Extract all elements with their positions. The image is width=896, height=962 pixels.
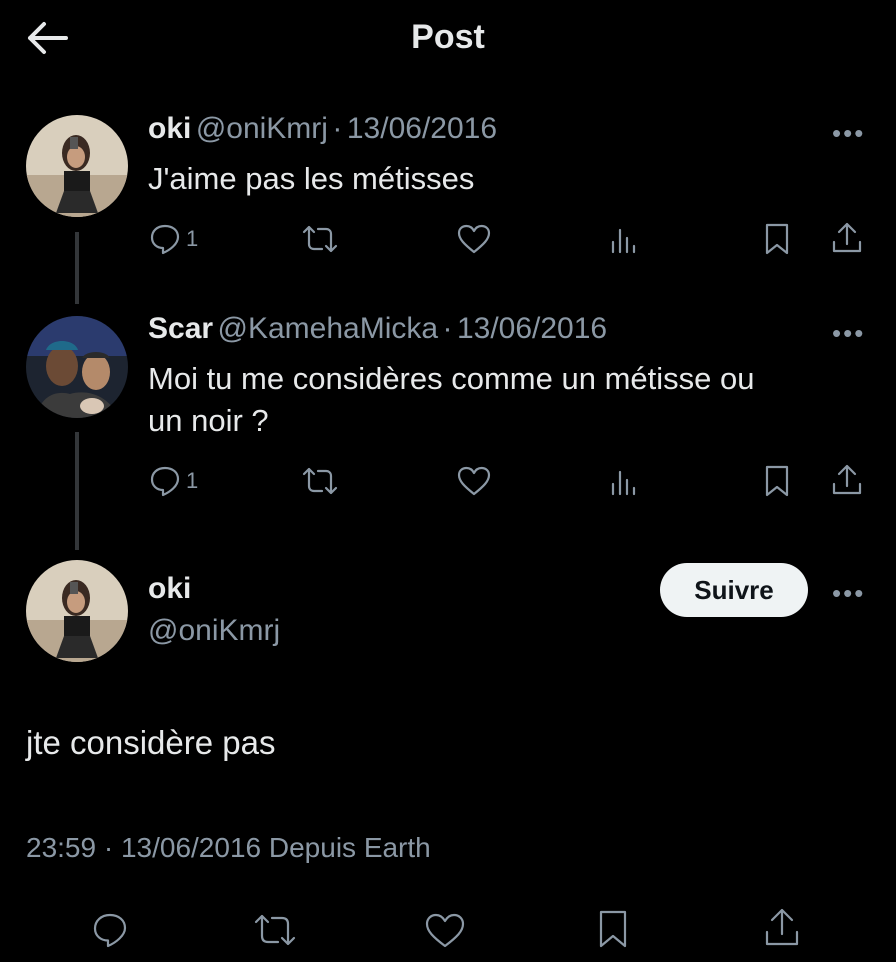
tweet-text-line: Moi tu me considères comme un métisse ou (148, 361, 755, 396)
avatar[interactable] (26, 560, 128, 662)
separator: · (442, 312, 453, 345)
tweet-author-handle[interactable]: @KamehaMicka (218, 312, 439, 345)
share-icon (832, 464, 862, 495)
views-icon (611, 470, 636, 496)
tweet-header: Scar @KamehaMicka · 13/06/2016 (148, 312, 607, 346)
separator: · (332, 112, 343, 145)
more-options-button[interactable]: ••• (832, 578, 865, 609)
main-author-handle[interactable]: @oniKmrj (148, 614, 280, 648)
reply-button[interactable]: 1 (148, 464, 198, 498)
retweet-button[interactable] (300, 464, 340, 498)
bookmark-icon (765, 223, 789, 255)
share-button[interactable] (830, 220, 864, 256)
page-title: Post (411, 18, 485, 56)
tweet-text-line: un noir ? (148, 403, 269, 438)
tweet-timestamp-row: 23:59 · 13/06/2016 Depuis Earth (26, 832, 431, 864)
share-icon (765, 908, 799, 946)
retweet-icon (302, 225, 338, 253)
like-button[interactable] (424, 912, 466, 950)
main-author-name[interactable]: oki (148, 572, 191, 606)
thread-line (75, 432, 79, 550)
avatar[interactable] (26, 316, 128, 418)
bookmark-button[interactable] (762, 222, 792, 256)
views-button[interactable] (608, 466, 640, 498)
reply-button[interactable]: 1 (148, 222, 198, 256)
retweet-button[interactable] (252, 910, 298, 950)
heart-icon (457, 224, 491, 254)
follow-button[interactable]: Suivre (660, 563, 808, 617)
tweet-source: Depuis Earth (268, 832, 431, 863)
heart-icon (425, 913, 465, 948)
views-icon (611, 228, 636, 254)
tweet-date[interactable]: 13/06/2016 (347, 112, 497, 145)
retweet-icon (254, 914, 296, 946)
tweet-author-name[interactable]: oki (148, 112, 191, 145)
avatar[interactable] (26, 115, 128, 217)
main-tweet-text: jte considère pas (26, 724, 276, 761)
share-button[interactable] (762, 906, 802, 950)
reply-icon (150, 466, 180, 497)
tweet-author-handle[interactable]: @oniKmrj (196, 112, 328, 145)
more-options-button[interactable]: ••• (832, 118, 865, 149)
like-button[interactable] (456, 465, 492, 497)
share-button[interactable] (830, 462, 864, 498)
reply-button[interactable] (90, 910, 130, 950)
heart-icon (457, 466, 491, 496)
tweet-author-name[interactable]: Scar (148, 312, 213, 345)
tweet-timestamp[interactable]: 23:59 · 13/06/2016 (26, 832, 261, 863)
retweet-icon (302, 467, 338, 495)
reply-icon (150, 224, 180, 255)
tweet-header: oki @oniKmrj · 13/06/2016 (148, 112, 497, 146)
reply-count: 1 (186, 468, 199, 493)
more-options-button[interactable]: ••• (832, 318, 865, 349)
reply-icon (93, 913, 127, 948)
tweet-text: Moi tu me considères comme un métisse ou… (148, 358, 754, 442)
bookmark-button[interactable] (762, 464, 792, 498)
views-button[interactable] (608, 224, 640, 256)
tweet-text: J'aime pas les métisses (148, 161, 475, 196)
bookmark-icon (599, 910, 627, 948)
share-icon (832, 222, 862, 253)
tweet-date[interactable]: 13/06/2016 (457, 312, 607, 345)
bookmark-icon (765, 465, 789, 497)
retweet-button[interactable] (300, 222, 340, 256)
follow-button-label: Suivre (694, 574, 774, 605)
reply-count: 1 (186, 226, 199, 251)
thread-line (75, 232, 79, 304)
bookmark-button[interactable] (596, 908, 630, 950)
like-button[interactable] (456, 223, 492, 255)
